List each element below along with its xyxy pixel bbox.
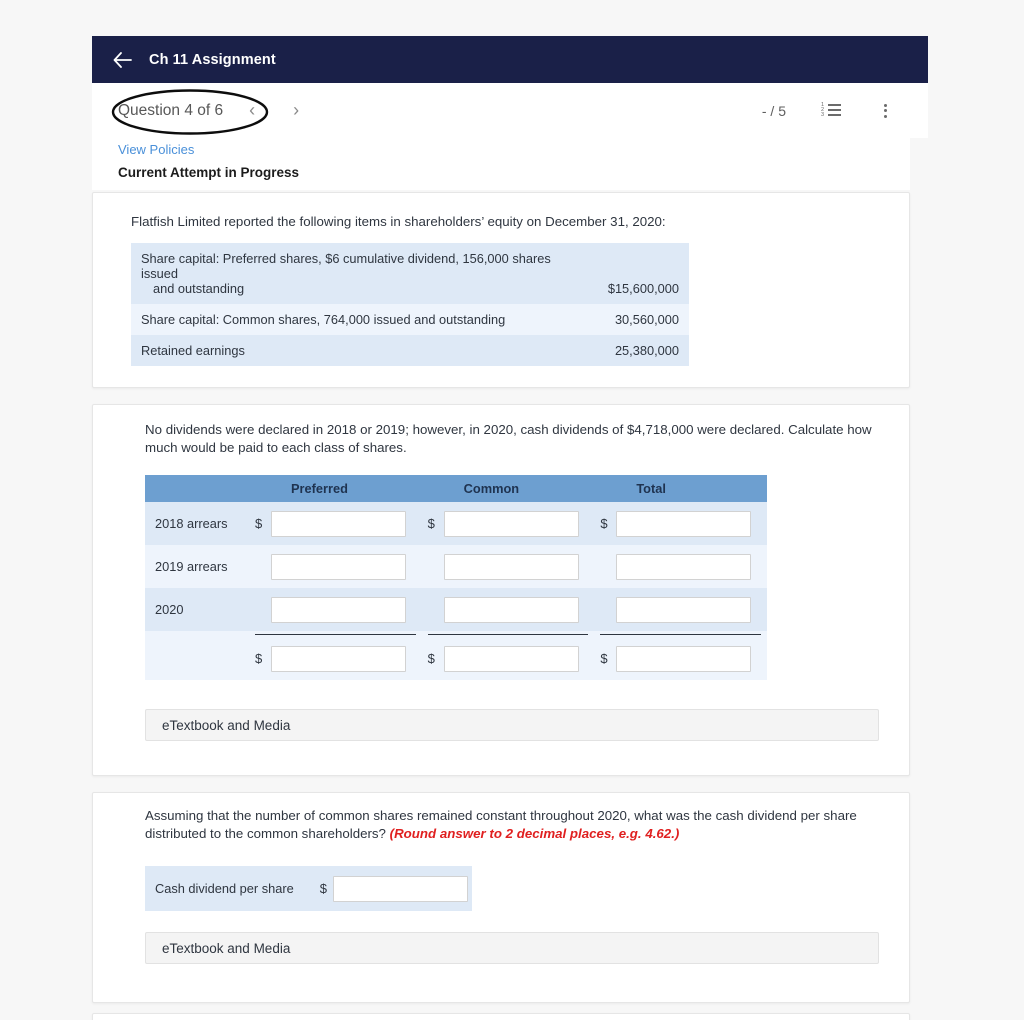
question-toolbar: Question 4 of 6 ‹ › - / 5 1 2 3 — [92, 83, 928, 138]
table-row: 2020 $ $ — [145, 588, 767, 631]
cell-total-total: $ — [594, 637, 767, 680]
per-share-intro-text: Assuming that the number of common share… — [145, 807, 885, 844]
dividend-allocation-card: No dividends were declared in 2018 or 20… — [92, 404, 910, 776]
equity-row-amount: $15,600,000 — [597, 243, 689, 304]
chevron-left-icon: ‹ — [249, 100, 256, 120]
input-common-total[interactable] — [443, 645, 579, 672]
input-common-2020[interactable] — [443, 596, 579, 623]
dividend-intro-text: No dividends were declared in 2018 or 20… — [145, 422, 872, 456]
input-preferred-2020[interactable] — [271, 596, 406, 623]
table-row: Share capital: Preferred shares, $6 cumu… — [131, 243, 689, 304]
dollar-sign: $ — [255, 516, 263, 531]
numlist-digit-3: 3 — [821, 112, 825, 118]
dollar-sign: $ — [319, 881, 327, 896]
input-preferred-2018-arrears[interactable] — [271, 510, 406, 537]
cell-total-2019: $ — [594, 545, 767, 588]
next-section-card — [92, 1013, 910, 1020]
chevron-right-icon: › — [293, 100, 300, 120]
cell-preferred-2019: $ — [249, 545, 422, 588]
table-row: $ $ $ — [145, 637, 767, 680]
app-bar-title: Ch 11 Assignment — [149, 51, 276, 68]
equity-row-label: Share capital: Preferred shares, $6 cumu… — [131, 243, 598, 304]
attempt-status-bar: View Policies Current Attempt in Progres… — [92, 138, 910, 190]
equity-row-label: Share capital: Common shares, 764,000 is… — [131, 304, 598, 335]
previous-question-button[interactable]: ‹ — [237, 96, 267, 126]
input-total-2019-arrears[interactable] — [616, 553, 752, 580]
equity-row-label: Retained earnings — [131, 335, 598, 366]
cell-preferred-total: $ — [249, 637, 422, 680]
next-question-button[interactable]: › — [281, 96, 311, 126]
page-root: Ch 11 Assignment Question 4 of 6 ‹ › - /… — [0, 0, 1024, 1020]
column-header-blank — [145, 475, 249, 502]
etextbook-and-media-bar-2[interactable]: eTextbook and Media — [145, 932, 879, 964]
row-label-2020: 2020 — [145, 588, 249, 631]
dollar-sign: $ — [600, 651, 608, 666]
back-arrow-icon[interactable] — [112, 49, 134, 71]
numbered-list-icon: 1 2 3 — [821, 102, 841, 118]
dollar-sign: $ — [255, 651, 263, 666]
cell-preferred-2020: $ — [249, 588, 422, 631]
dollar-sign: $ — [427, 516, 435, 531]
column-header-common: Common — [421, 475, 595, 502]
cell-preferred-2018: $ — [249, 502, 422, 545]
table-header-row: Preferred Common Total — [145, 475, 767, 502]
table-row: Retained earnings 25,380,000 — [131, 335, 689, 366]
cell-total-2018: $ — [594, 502, 767, 545]
etextbook-and-media-bar-1[interactable]: eTextbook and Media — [145, 709, 879, 741]
equity-row-amount: 30,560,000 — [597, 304, 689, 335]
equity-card: Flatfish Limited reported the following … — [92, 192, 910, 388]
equity-row-amount: 25,380,000 — [597, 335, 689, 366]
score-indicator: - / 5 — [761, 102, 786, 119]
column-header-preferred: Preferred — [249, 475, 422, 502]
dividend-answer-table: Preferred Common Total 2018 arrears $ $ … — [145, 475, 767, 680]
row-label-total — [145, 637, 249, 680]
cell-common-2019: $ — [421, 545, 595, 588]
equity-table: Share capital: Preferred shares, $6 cumu… — [131, 243, 689, 366]
input-common-2018-arrears[interactable] — [443, 510, 579, 537]
cell-common-2020: $ — [421, 588, 595, 631]
input-common-2019-arrears[interactable] — [443, 553, 579, 580]
table-row: Share capital: Common shares, 764,000 is… — [131, 304, 689, 335]
equity-row-label-line2: and outstanding — [153, 281, 245, 296]
table-row: 2019 arrears $ $ — [145, 545, 767, 588]
row-label-2018-arrears: 2018 arrears — [145, 502, 249, 545]
per-share-rounding-note: (Round answer to 2 decimal places, e.g. … — [389, 826, 680, 842]
per-share-answer-row: Cash dividend per share $ — [145, 866, 472, 911]
input-total-2020[interactable] — [616, 596, 752, 623]
per-share-label: Cash dividend per share — [155, 881, 294, 896]
attempt-status-heading: Current Attempt in Progress — [118, 165, 300, 180]
more-options-button[interactable] — [872, 98, 898, 124]
question-nav: ‹ › — [237, 96, 311, 126]
table-row: 2018 arrears $ $ $ — [145, 502, 767, 545]
input-total-2018-arrears[interactable] — [616, 510, 752, 537]
input-cash-dividend-per-share[interactable] — [332, 875, 468, 902]
question-counter: Question 4 of 6 — [118, 101, 224, 119]
kebab-menu-icon — [883, 103, 887, 118]
cell-common-2018: $ — [421, 502, 595, 545]
app-bar: Ch 11 Assignment — [92, 36, 928, 83]
dollar-sign: $ — [427, 651, 435, 666]
input-preferred-2019-arrears[interactable] — [271, 553, 406, 580]
row-label-2019-arrears: 2019 arrears — [145, 545, 249, 588]
input-total-total[interactable] — [616, 645, 752, 672]
input-preferred-total[interactable] — [271, 645, 406, 672]
column-header-total: Total — [594, 475, 767, 502]
cell-common-total: $ — [421, 637, 595, 680]
question-list-button[interactable]: 1 2 3 — [818, 98, 844, 124]
view-policies-link[interactable]: View Policies — [118, 142, 194, 157]
toolbar-right-group: - / 5 1 2 3 — [762, 98, 928, 124]
cell-total-2020: $ — [594, 588, 767, 631]
equity-row-label-line1: Share capital: Preferred shares, $6 cumu… — [141, 251, 551, 281]
equity-intro-text: Flatfish Limited reported the following … — [131, 214, 666, 229]
per-share-card: Assuming that the number of common share… — [92, 792, 910, 1003]
dollar-sign: $ — [600, 516, 608, 531]
